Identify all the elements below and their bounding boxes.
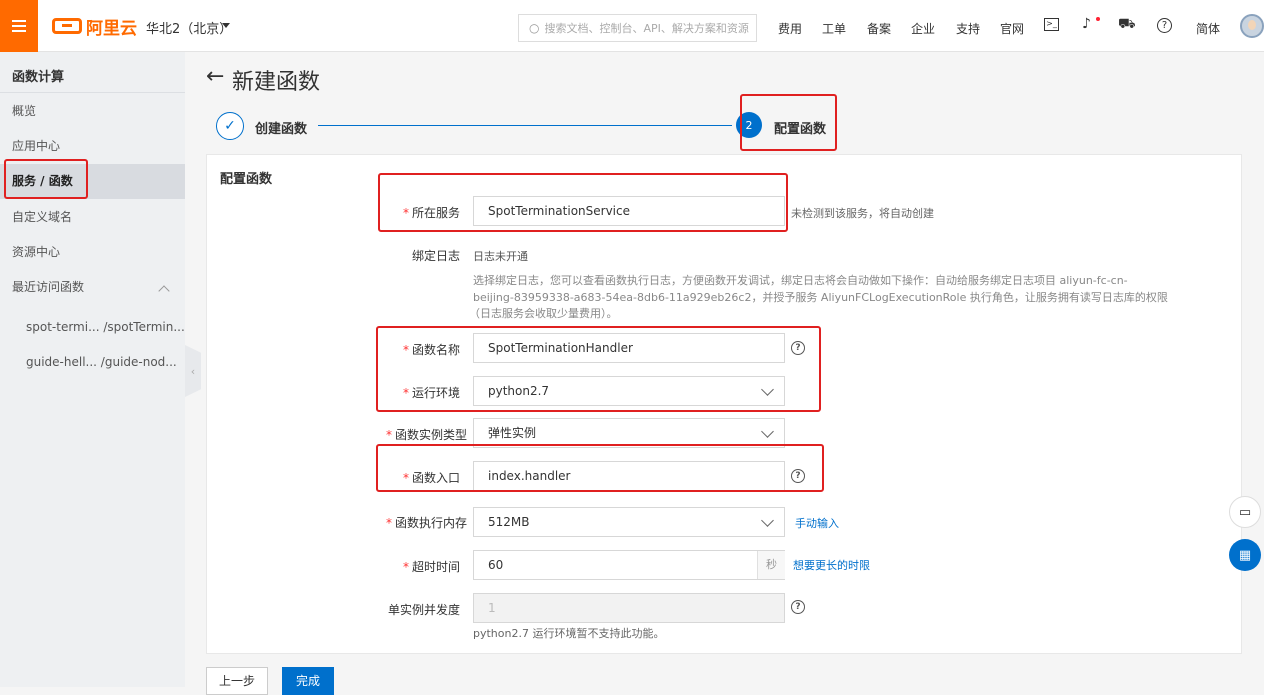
manual-input-link[interactable]: 手动输入: [795, 515, 839, 531]
instance-type-label-text: 函数实例类型: [395, 428, 468, 442]
step-connector-line: [318, 125, 732, 126]
nav-link-icp[interactable]: 备案: [867, 20, 891, 37]
log-label: 绑定日志: [411, 249, 460, 263]
notification-dot: [1096, 17, 1100, 21]
terminal-icon[interactable]: >_: [1044, 18, 1059, 31]
page-title: 新建函数: [232, 70, 321, 95]
sidebar-item-recent-functions[interactable]: 最近访问函数: [0, 270, 185, 305]
sidebar-divider: [0, 92, 185, 93]
highlight-box-name-runtime: [376, 326, 821, 412]
step-complete-check-icon: ✓: [216, 112, 244, 140]
recent-function-item[interactable]: spot-termi... /spotTermin...: [0, 310, 185, 345]
bell-icon[interactable]: ♪: [1082, 16, 1091, 32]
language-switch[interactable]: 简体: [1196, 20, 1220, 37]
timeout-unit: 秒: [757, 551, 785, 579]
caret-down-icon[interactable]: [222, 23, 230, 28]
service-hint: 未检测到该服务，将自动创建: [791, 207, 934, 220]
memory-label-text: 函数执行内存: [395, 516, 468, 530]
search-icon: ○: [529, 21, 540, 35]
nav-link-fees[interactable]: 费用: [778, 20, 802, 37]
nav-link-official-site[interactable]: 官网: [1000, 20, 1024, 37]
feedback-chat-icon[interactable]: ▭: [1229, 496, 1261, 528]
sidebar-collapse-handle[interactable]: ‹: [185, 345, 201, 397]
timeout-label-text: 超时时间: [411, 560, 460, 574]
global-search-input[interactable]: ○ 搜索文档、控制台、API、解决方案和资源: [518, 14, 757, 42]
menu-icon[interactable]: [0, 0, 38, 52]
aliyun-logo[interactable]: 阿里云: [52, 14, 137, 39]
sidebar-item-custom-domains[interactable]: 自定义域名: [0, 200, 185, 235]
cart-icon[interactable]: ⛟: [1118, 16, 1136, 34]
help-icon[interactable]: ?: [1157, 18, 1172, 33]
step-1-label: 创建函数: [255, 122, 308, 137]
memory-select[interactable]: 512MB: [473, 507, 785, 537]
instance-type-label: * 函数实例类型: [386, 426, 467, 443]
previous-step-button[interactable]: 上一步: [206, 667, 268, 695]
required-mark: *: [386, 516, 392, 530]
chevron-left-icon: ‹: [190, 364, 196, 378]
highlight-box-handler: [376, 444, 824, 492]
concurrency-input: 1: [473, 593, 785, 623]
finish-button[interactable]: 完成: [282, 667, 334, 695]
timeout-label: * 超时时间: [400, 558, 460, 575]
log-description-line: （日志服务会收取少量费用）。: [469, 307, 618, 320]
required-mark: *: [402, 560, 409, 574]
search-placeholder: 搜索文档、控制台、API、解决方案和资源: [544, 22, 749, 35]
nav-link-enterprise[interactable]: 企业: [911, 20, 935, 37]
log-description-line: beijing-83959338-a683-54ea-8db6-11a929eb…: [473, 291, 1168, 304]
sidebar: 函数计算 概览 应用中心 服务 / 函数 自定义域名 资源中心 最近访问函数 s…: [0, 52, 185, 687]
sidebar-title: 函数计算: [12, 70, 65, 85]
log-description-line: 选择绑定日志，您可以查看函数执行日志，方便函数开发调试，绑定日志将会自动做如下操…: [473, 274, 1128, 287]
recent-function-item[interactable]: guide-hell... /guide-nod...: [0, 345, 185, 380]
required-mark: *: [386, 428, 392, 442]
sidebar-item-overview[interactable]: 概览: [0, 94, 185, 129]
logo-mark-icon: [52, 18, 82, 34]
region-selector[interactable]: 华北2（北京）: [146, 18, 232, 37]
apps-grid-icon[interactable]: ▦: [1229, 539, 1261, 571]
avatar[interactable]: [1240, 14, 1264, 38]
panel-title: 配置函数: [220, 172, 273, 187]
log-status: 日志未开通: [473, 250, 528, 263]
nav-link-tickets[interactable]: 工单: [822, 20, 846, 37]
back-arrow-icon[interactable]: ←: [206, 64, 224, 89]
concurrency-hint: python2.7 运行环境暂不支持此功能。: [473, 627, 665, 640]
highlight-box-service: [378, 173, 788, 232]
logo-text: 阿里云: [86, 18, 137, 39]
help-icon[interactable]: ?: [791, 600, 805, 614]
timeout-input[interactable]: 60: [473, 550, 785, 580]
memory-label: * 函数执行内存: [386, 514, 467, 531]
highlight-box-sidebar: [4, 159, 88, 199]
top-navigation-bar: 阿里云 华北2（北京） ○ 搜索文档、控制台、API、解决方案和资源 费用 工单…: [0, 0, 1264, 52]
sidebar-item-resource-center[interactable]: 资源中心: [0, 235, 185, 270]
nav-link-support[interactable]: 支持: [956, 20, 980, 37]
longer-timeout-link[interactable]: 想要更长的时限: [793, 557, 870, 573]
concurrency-label: 单实例并发度: [387, 603, 460, 617]
highlight-box-step2: [740, 94, 837, 151]
